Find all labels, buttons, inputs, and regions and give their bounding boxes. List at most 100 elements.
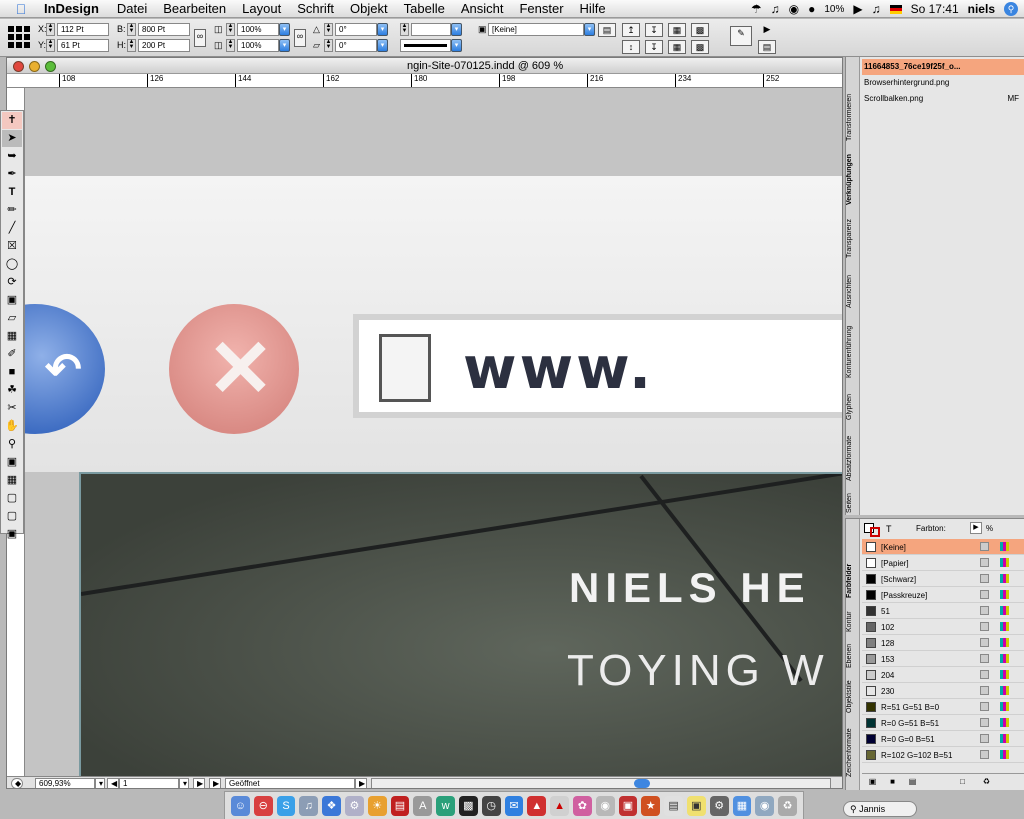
music-icon[interactable]: ♫ xyxy=(872,2,881,16)
menu-hilfe[interactable]: Hilfe xyxy=(580,1,606,16)
y-stepper[interactable]: ▲ ▼ xyxy=(46,39,55,52)
headline-text[interactable]: NIELS HE xyxy=(569,564,811,612)
x-stepper[interactable]: ▲ ▼ xyxy=(46,23,55,36)
scale-tool-icon[interactable]: ▣ xyxy=(2,292,22,309)
shear-stepper[interactable]: ▲ ▼ xyxy=(324,39,333,52)
gift-app-icon[interactable]: ▣ xyxy=(618,795,638,816)
tab-kontur[interactable]: Kontur xyxy=(846,607,860,637)
stroke-weight-field[interactable] xyxy=(411,23,451,36)
y-field[interactable]: 61 Pt xyxy=(57,39,109,52)
menu-bearbeiten[interactable]: Bearbeiten xyxy=(163,1,226,16)
horizontal-scrollbar[interactable] xyxy=(371,778,831,788)
stickies-icon[interactable]: ▣ xyxy=(686,795,706,816)
itunes-icon[interactable]: ♫ xyxy=(771,2,780,16)
last-page-button[interactable]: ▶ xyxy=(209,778,221,788)
ellipse-tool-icon[interactable]: ◯ xyxy=(2,256,22,273)
object-style-field[interactable]: [Keine] xyxy=(488,23,584,36)
minimize-window-button[interactable] xyxy=(29,61,40,72)
subline-text[interactable]: TOYING W xyxy=(567,646,829,696)
show-gradient-swatches-icon[interactable]: ▤ xyxy=(908,777,917,786)
selection-tool-icon[interactable]: ➤ xyxy=(2,130,22,147)
firefox-icon[interactable]: ☀ xyxy=(367,795,387,816)
preview-view-icon[interactable]: ▣ xyxy=(2,526,22,543)
utilities-icon[interactable]: ⚙ xyxy=(709,795,729,816)
direct-selection-tool-icon[interactable]: ➥ xyxy=(2,148,22,165)
w-field[interactable]: 800 Pt xyxy=(138,23,190,36)
stop-button-graphic[interactable]: ✕ xyxy=(169,304,299,434)
link-item[interactable]: Browserhintergrund.png xyxy=(862,75,1024,91)
delete-swatch-icon[interactable]: ♻ xyxy=(982,777,991,786)
menu-schrift[interactable]: Schrift xyxy=(297,1,334,16)
constrain-scale-icon[interactable]: ∞ xyxy=(294,29,306,47)
fit-content-icon[interactable]: ▦ xyxy=(668,23,686,37)
reference-point-icon[interactable] xyxy=(8,26,30,48)
zoom-dropdown[interactable]: ▾ xyxy=(95,778,105,788)
text-format-icon[interactable]: T xyxy=(886,524,892,534)
tab-transformieren[interactable]: Transformieren xyxy=(846,87,860,147)
photoshop-app-icon[interactable]: ◉ xyxy=(595,795,615,816)
tab-glyphen[interactable]: Glyphen xyxy=(846,389,860,425)
rotate-dropdown[interactable]: ▾ xyxy=(377,23,388,36)
x-field[interactable]: 112 Pt xyxy=(57,23,109,36)
tab-verknuepfungen[interactable]: Verknüpfungen xyxy=(846,151,860,209)
center-content-icon[interactable]: ▩ xyxy=(691,23,709,37)
terminal-icon[interactable]: ▩ xyxy=(458,795,478,816)
menu-objekt[interactable]: Objekt xyxy=(350,1,388,16)
stroke-type-field[interactable] xyxy=(400,39,451,52)
swatch-item[interactable]: 51 xyxy=(862,603,1024,619)
zoom-field[interactable]: 609,93% xyxy=(35,778,95,788)
gradient-tool-icon[interactable]: ■ xyxy=(2,364,22,381)
close-window-button[interactable] xyxy=(13,61,24,72)
safari-icon[interactable]: ❖ xyxy=(322,795,341,816)
shear-tool-icon[interactable]: ▱ xyxy=(2,310,22,327)
stroke-type-dropdown[interactable]: ▾ xyxy=(451,39,462,52)
swatch-item[interactable]: R=0 G=0 B=51 xyxy=(862,731,1024,747)
swatch-item[interactable]: 204 xyxy=(862,667,1024,683)
new-swatch-icon[interactable]: □ xyxy=(958,777,967,786)
tab-zeichenformate[interactable]: Zeichenformate xyxy=(846,723,860,783)
stroke-weight-stepper[interactable]: ▲ ▼ xyxy=(400,23,409,36)
tab-ebenen[interactable]: Ebenen xyxy=(846,641,860,671)
sync-icon[interactable]: ● xyxy=(808,2,815,16)
tab-ausrichten[interactable]: Ausrichten xyxy=(846,267,860,315)
scale-x-field[interactable]: 100% xyxy=(237,23,279,36)
type-tool-icon[interactable]: T xyxy=(2,184,22,201)
apply-none-icon[interactable]: ▢ xyxy=(2,490,22,507)
menu-ansicht[interactable]: Ansicht xyxy=(461,1,504,16)
scale-y-field[interactable]: 100% xyxy=(237,39,279,52)
scissors-tool-icon[interactable]: ✂ xyxy=(2,400,22,417)
next-page-button[interactable]: ▶ xyxy=(193,778,205,788)
swatch-item[interactable]: [Papier] xyxy=(862,555,1024,571)
flag-icon[interactable] xyxy=(889,4,902,14)
apple-icon[interactable]:  xyxy=(8,1,34,17)
user-menu[interactable]: niels xyxy=(968,2,995,16)
object-style-dropdown[interactable]: ▾ xyxy=(584,23,595,36)
button-tool-icon[interactable]: ☘ xyxy=(2,382,22,399)
indesign-app-icon[interactable]: ✿ xyxy=(572,795,592,816)
firefox-alt-icon[interactable]: ★ xyxy=(641,795,661,816)
fit-frame-icon[interactable]: ▦ xyxy=(668,40,686,54)
rotate-tool-icon[interactable]: ⟳ xyxy=(2,274,22,291)
swatch-item[interactable]: 153 xyxy=(862,651,1024,667)
scale-x-dropdown[interactable]: ▾ xyxy=(279,23,290,36)
finder-user-pill[interactable]: ⚲ Jannis xyxy=(843,801,917,817)
tab-transparenz[interactable]: Transparenz xyxy=(846,213,860,263)
shear-field[interactable]: 0° xyxy=(335,39,377,52)
show-all-swatches-icon[interactable]: ▣ xyxy=(868,777,877,786)
documents-stack-icon[interactable]: ▦ xyxy=(732,795,752,816)
dreamweaver-icon[interactable]: w xyxy=(436,795,455,816)
h-stepper[interactable]: ▲ ▼ xyxy=(127,39,136,52)
swatch-item[interactable]: [Passkreuze] xyxy=(862,587,1024,603)
pasteboard[interactable]: ↶ ✕ www. NIELS HE TOYING W xyxy=(25,88,842,776)
fill-stroke-icon[interactable]: ▣ xyxy=(2,454,22,471)
page-field[interactable]: 1 xyxy=(119,778,179,788)
ical-icon[interactable]: ▤ xyxy=(390,795,410,816)
system-preferences-icon[interactable]: ⚙ xyxy=(344,795,364,816)
scroll-thumb[interactable] xyxy=(634,779,650,788)
eyedropper-tool-icon[interactable]: ✐ xyxy=(2,346,22,363)
skype-icon[interactable]: S xyxy=(276,795,296,816)
scale-y-stepper[interactable]: ▲ ▼ xyxy=(226,39,235,52)
pencil-tool-icon[interactable]: ✏ xyxy=(2,202,22,219)
swatch-item[interactable]: 230 xyxy=(862,683,1024,699)
font-book-icon[interactable]: A xyxy=(413,795,433,816)
